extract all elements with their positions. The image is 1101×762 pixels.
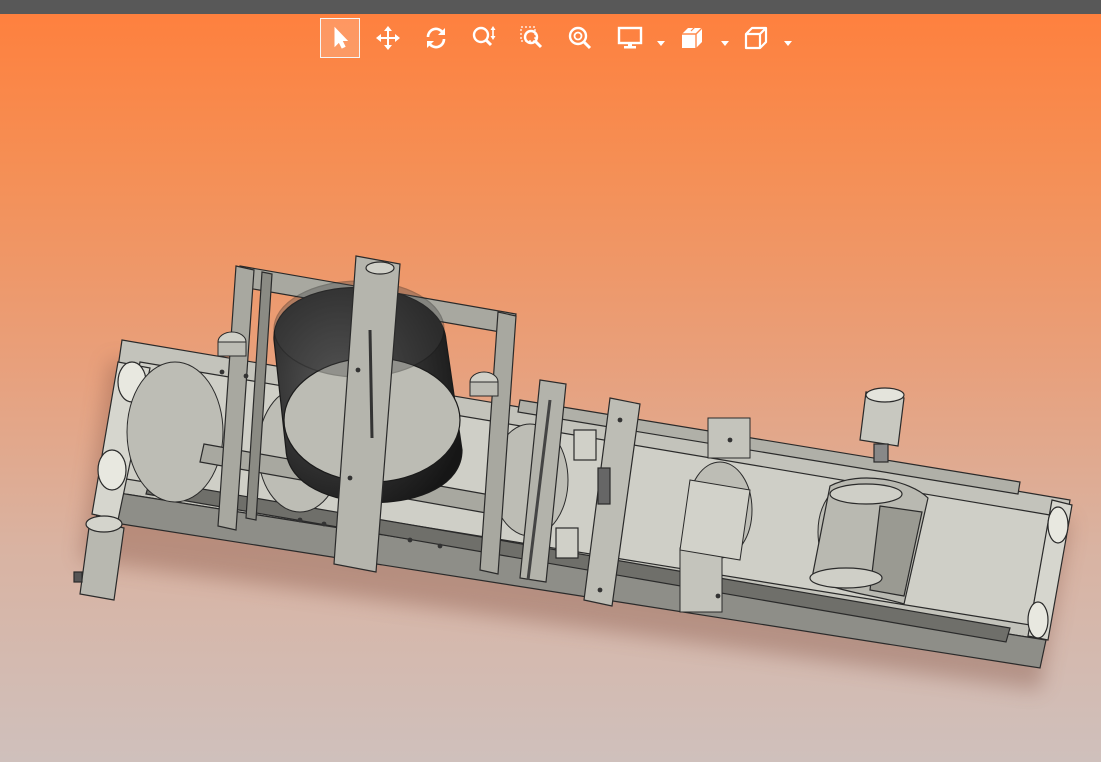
- wireframe-cube-icon: [744, 26, 768, 50]
- zoom-window-icon: [520, 26, 543, 49]
- monitor-icon: [617, 26, 643, 49]
- 3d-viewport[interactable]: [0, 60, 1101, 762]
- rotate-tool-button[interactable]: [416, 18, 456, 58]
- section-cube-icon: [682, 26, 703, 48]
- view-orientation-dropdown-icon[interactable]: [783, 33, 793, 46]
- view-orientation-button[interactable]: [736, 18, 776, 58]
- zoom-fit-icon: [568, 26, 592, 50]
- pointer-arrow-icon: [334, 26, 349, 49]
- display-mode-dropdown-icon[interactable]: [656, 33, 666, 46]
- window-title-strip: [0, 0, 1101, 14]
- pan-tool-button[interactable]: [368, 18, 408, 58]
- section-view-button[interactable]: [672, 18, 712, 58]
- display-mode-button[interactable]: [610, 18, 650, 58]
- zoom-window-button[interactable]: [512, 18, 552, 58]
- move-arrows-icon: [376, 26, 400, 50]
- rotate-icon: [426, 27, 446, 49]
- zoom-in-out-button[interactable]: [464, 18, 504, 58]
- select-tool-button[interactable]: [320, 18, 360, 58]
- zoom-in-out-icon: [472, 26, 496, 47]
- section-view-dropdown-icon[interactable]: [720, 33, 730, 46]
- zoom-fit-button[interactable]: [560, 18, 600, 58]
- cad-assembly-model: [73, 255, 1073, 690]
- drive-motor-right: [859, 387, 905, 463]
